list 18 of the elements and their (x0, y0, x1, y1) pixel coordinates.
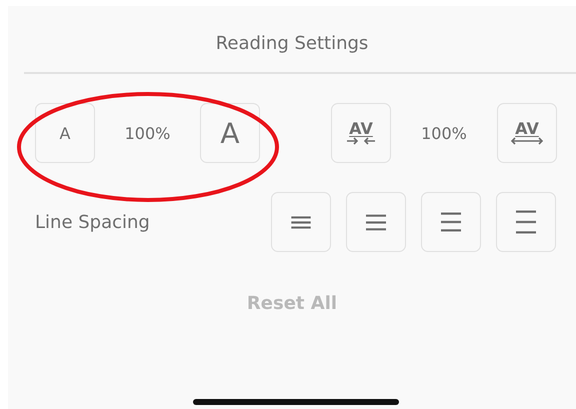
line-spacing-button[interactable] (346, 192, 406, 252)
increase-character-spacing-button[interactable]: AV (497, 103, 557, 163)
panel-title: Reading Settings (214, 32, 370, 56)
line-spacing-button[interactable] (271, 192, 331, 252)
line-spacing-label: Line Spacing (35, 212, 151, 232)
decrease-font-size-button[interactable]: A (35, 103, 95, 163)
decrease-character-spacing-button[interactable]: AV (331, 103, 391, 163)
line-spacing-icon (291, 216, 311, 228)
line-spacing-icon (441, 212, 461, 232)
arrows-inward-icon (346, 137, 376, 145)
line-spacing-icon (516, 210, 536, 234)
line-spacing-icon (366, 214, 386, 230)
line-spacing-button[interactable] (496, 192, 556, 252)
arrows-outward-icon (510, 137, 544, 145)
character-spacing-value: 100% (421, 124, 467, 142)
line-spacing-button[interactable] (421, 192, 481, 252)
font-size-value: 100% (124, 124, 170, 142)
increase-font-size-button[interactable]: A (200, 103, 260, 163)
